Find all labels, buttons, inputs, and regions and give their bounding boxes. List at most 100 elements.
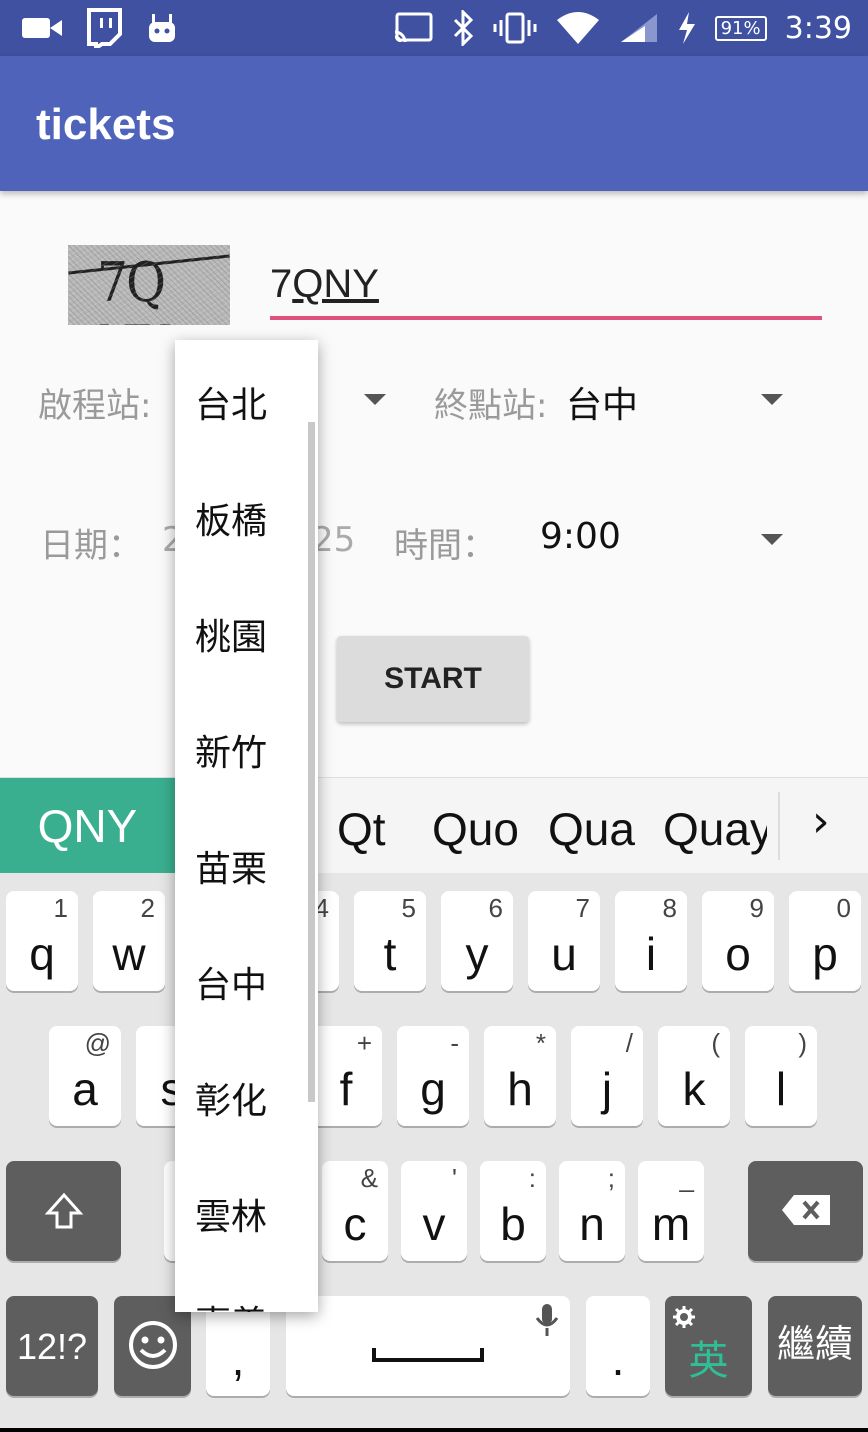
dropdown-scrollbar[interactable]: [308, 422, 315, 1102]
period-key-label: .: [611, 1333, 625, 1385]
end-station-value[interactable]: 台中: [566, 376, 638, 428]
shift-key[interactable]: [6, 1161, 121, 1261]
key-u[interactable]: 7u: [528, 891, 600, 991]
key-label: b: [500, 1198, 526, 1250]
key-c[interactable]: & c: [322, 1161, 388, 1261]
space-bar-icon: [372, 1348, 484, 1362]
enter-key[interactable]: 繼續: [768, 1296, 862, 1396]
dropdown-item[interactable]: 嘉義: [195, 1295, 267, 1312]
key-label: c: [343, 1198, 367, 1250]
soft-keyboard: 1q 2w 3e 4r 5t 6y 7u 8i 9o 0p @a #s $d +…: [0, 873, 868, 1428]
key-n[interactable]: ; n: [559, 1161, 625, 1261]
android-icon: [149, 14, 175, 42]
dropdown-item[interactable]: 新竹: [195, 724, 267, 776]
suggestion-divider: [778, 792, 780, 860]
twitch-icon: [87, 8, 122, 48]
key-y[interactable]: 6y: [441, 891, 513, 991]
wifi-icon: [556, 12, 599, 44]
dropdown-item[interactable]: 彰化: [195, 1072, 267, 1124]
captcha-input[interactable]: 7QNY: [270, 258, 822, 320]
end-station-dropdown-arrow[interactable]: [761, 394, 783, 405]
status-bar: 91% 3:39: [0, 0, 868, 56]
key-v[interactable]: ' v: [401, 1161, 467, 1261]
period-key[interactable]: .: [586, 1296, 650, 1396]
captcha-image: 7Q NY: [68, 245, 230, 325]
captcha-noise: [68, 245, 230, 325]
clock: 3:39: [784, 10, 852, 46]
key-o[interactable]: 9o: [702, 891, 774, 991]
battery-level: 91%: [714, 15, 767, 41]
key-f[interactable]: + f: [310, 1026, 382, 1126]
key-g[interactable]: -g: [397, 1026, 469, 1126]
start-station-label: 啟程站:: [38, 386, 152, 426]
dropdown-item[interactable]: 雲林: [195, 1188, 267, 1240]
key-hint: 0: [836, 893, 851, 923]
space-key[interactable]: [286, 1296, 570, 1396]
suggestion-item[interactable]: Qua: [548, 802, 635, 856]
key-j[interactable]: / j: [571, 1026, 643, 1126]
key-hint: 7: [575, 893, 590, 923]
key-b[interactable]: :b: [480, 1161, 546, 1261]
start-button[interactable]: START: [337, 636, 529, 722]
key-label: f: [339, 1063, 353, 1115]
key-hint: /: [625, 1028, 633, 1058]
language-key[interactable]: 英: [665, 1296, 752, 1396]
key-i[interactable]: 8i: [615, 891, 687, 991]
suggestion-item[interactable]: Quay: [663, 802, 767, 856]
app-bar: tickets: [0, 56, 868, 191]
key-label: l: [775, 1063, 787, 1115]
bottom-edge: [0, 1428, 868, 1432]
suggestion-item[interactable]: Quo: [432, 802, 519, 856]
dropdown-item[interactable]: 桃園: [195, 608, 267, 660]
key-q[interactable]: 1q: [6, 891, 78, 991]
backspace-icon: [782, 1195, 830, 1225]
app-title: tickets: [36, 100, 176, 149]
key-k[interactable]: (k: [658, 1026, 730, 1126]
time-value[interactable]: 9:00: [540, 516, 621, 557]
key-hint: ;: [607, 1163, 615, 1193]
symbols-key[interactable]: 12!?: [6, 1296, 98, 1396]
video-icon: [22, 18, 62, 38]
key-w[interactable]: 2w: [93, 891, 165, 991]
key-label: p: [812, 928, 838, 980]
suggestion-item[interactable]: Qt: [337, 802, 386, 856]
key-h[interactable]: * h: [484, 1026, 556, 1126]
key-label: t: [383, 928, 397, 980]
captcha-input-composing: QNY: [292, 262, 379, 306]
key-label: h: [507, 1063, 533, 1115]
key-label: k: [682, 1063, 706, 1115]
key-hint: ): [798, 1028, 807, 1058]
end-station-label: 終點站:: [434, 386, 548, 426]
shift-icon: [44, 1192, 84, 1229]
dropdown-item[interactable]: 板橋: [195, 492, 267, 544]
key-label: i: [645, 928, 657, 980]
signal-icon: [620, 14, 657, 42]
key-label: o: [725, 928, 751, 980]
dropdown-item[interactable]: 台中: [195, 956, 267, 1008]
dropdown-item[interactable]: 苗栗: [195, 840, 267, 892]
emoji-icon: [129, 1321, 177, 1369]
key-l[interactable]: ) l: [745, 1026, 817, 1126]
date-value-right[interactable]: 25: [312, 520, 355, 560]
key-hint: -: [450, 1028, 459, 1058]
key-label: v: [422, 1198, 446, 1250]
time-dropdown-arrow[interactable]: [761, 534, 783, 545]
suggestion-more-icon[interactable]: ›: [812, 796, 830, 847]
suggestion-primary[interactable]: QNY: [0, 778, 175, 874]
cast-icon: [394, 12, 433, 43]
captcha-input-value: 7QNY: [270, 262, 379, 307]
backspace-key[interactable]: [748, 1161, 863, 1261]
station-dropdown-list[interactable]: 台北 板橋 桃園 新竹 苗栗 台中 彰化 雲林 嘉義: [175, 340, 318, 1312]
captcha-input-underline: [270, 316, 822, 320]
key-hint: @: [84, 1028, 111, 1058]
vibrate-icon: [493, 12, 537, 44]
key-a[interactable]: @ a: [49, 1026, 121, 1126]
key-p[interactable]: 0p: [789, 891, 861, 991]
key-m[interactable]: _ m: [638, 1161, 704, 1261]
key-t[interactable]: 5t: [354, 891, 426, 991]
key-hint: 5: [401, 893, 416, 923]
enter-key-label: 繼續: [776, 1324, 853, 1366]
dropdown-item[interactable]: 台北: [195, 376, 267, 428]
start-station-dropdown-arrow[interactable]: [364, 394, 386, 405]
captcha-input-prefix: 7: [270, 262, 293, 306]
